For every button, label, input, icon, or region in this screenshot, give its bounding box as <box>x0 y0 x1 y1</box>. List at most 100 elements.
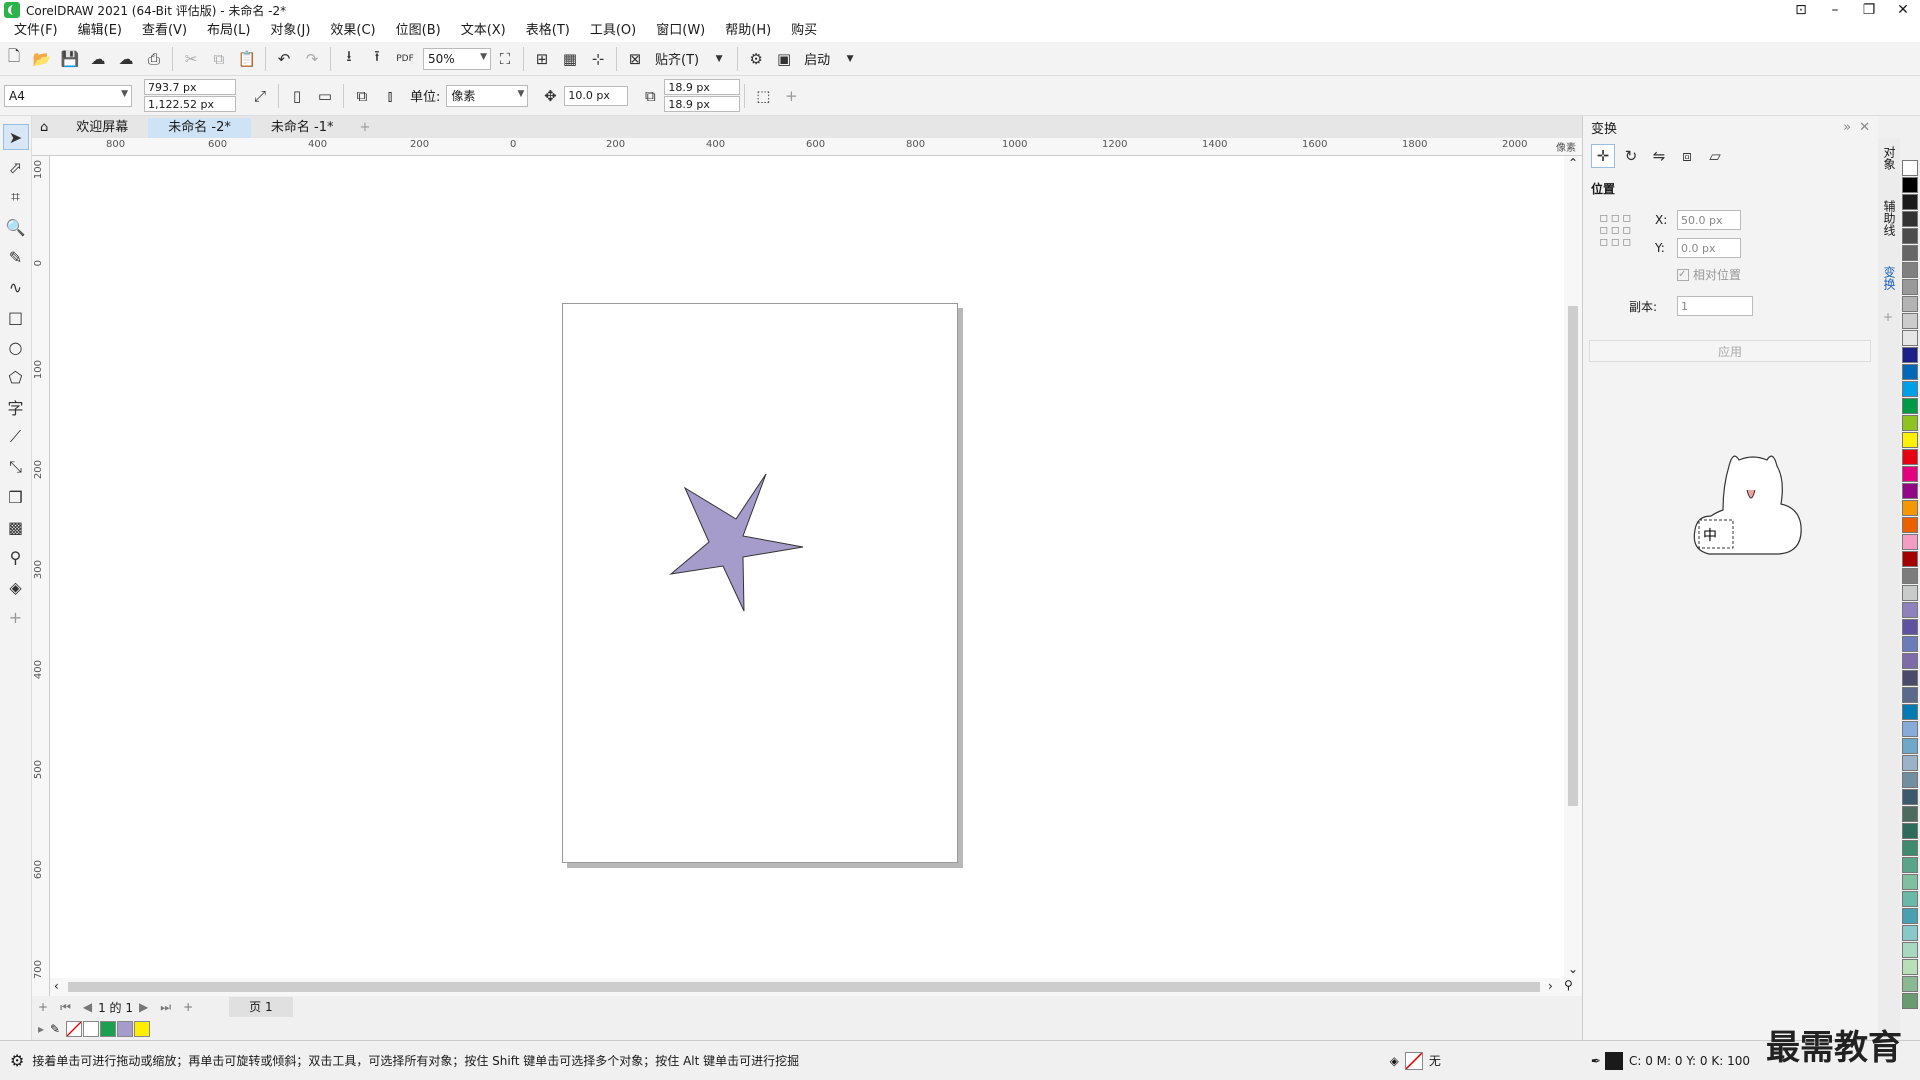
chevron-down-icon[interactable]: ▼ <box>707 47 731 71</box>
prev-page-icon[interactable]: ◀ <box>83 1000 92 1014</box>
palette-expand-icon[interactable]: ▸ <box>38 1022 44 1036</box>
add-tool-icon[interactable]: + <box>3 604 29 630</box>
docker-collapse-icon[interactable]: » <box>1843 120 1851 135</box>
copies-field[interactable]: 1 <box>1677 296 1753 316</box>
palette-color-swatch[interactable] <box>1902 789 1918 805</box>
shape-tool-icon[interactable]: ⬀ <box>3 154 29 180</box>
menu-help[interactable]: 帮助(H) <box>715 20 781 42</box>
palette-color-swatch[interactable] <box>1902 857 1918 873</box>
vertical-scrollbar[interactable]: ⌃ ⌄ <box>1564 156 1582 978</box>
menu-object[interactable]: 对象(J) <box>260 20 320 42</box>
relative-position-checkbox[interactable]: ✓ <box>1677 268 1689 281</box>
palette-color-swatch[interactable] <box>1902 381 1918 397</box>
doc-swatch[interactable] <box>117 1021 134 1037</box>
horizontal-scrollbar[interactable]: ‹ › ⚲ <box>50 978 1582 996</box>
menu-tools[interactable]: 工具(O) <box>580 20 646 42</box>
page-width-field[interactable]: 793.7 px <box>144 79 236 95</box>
palette-color-swatch[interactable] <box>1902 585 1918 601</box>
palette-color-swatch[interactable] <box>1902 908 1918 924</box>
cut-icon[interactable]: ✂ <box>179 47 203 71</box>
palette-color-swatch[interactable] <box>1902 500 1918 516</box>
add-page-before-icon[interactable]: + <box>38 1000 48 1014</box>
drop-shadow-icon[interactable]: ❒ <box>3 484 29 510</box>
horizontal-ruler[interactable]: 800 600 400 200 0 200 400 600 800 1000 1… <box>32 138 1582 156</box>
menu-table[interactable]: 表格(T) <box>516 20 580 42</box>
palette-color-swatch[interactable] <box>1902 551 1918 567</box>
current-page-icon[interactable]: ⫾ <box>378 84 402 108</box>
side-tab-transform[interactable]: 变换 <box>1881 266 1898 290</box>
page-size-combo[interactable]: A4 ▼ <box>4 84 132 107</box>
palette-color-swatch[interactable] <box>1902 245 1918 261</box>
palette-color-swatch[interactable] <box>1902 755 1918 771</box>
new-document-icon[interactable]: 🗋 <box>2 47 26 71</box>
palette-color-swatch[interactable] <box>1902 262 1918 278</box>
no-color-swatch[interactable] <box>66 1021 83 1037</box>
star-shape-svg[interactable] <box>563 304 959 864</box>
palette-color-swatch[interactable] <box>1902 619 1918 635</box>
palette-color-swatch[interactable] <box>1902 772 1918 788</box>
settings-gear-icon[interactable]: ⚙ <box>10 1051 24 1070</box>
options-gear-icon[interactable]: ⚙ <box>744 47 768 71</box>
vertical-scroll-thumb[interactable] <box>1568 306 1578 806</box>
launch-button[interactable]: 启动 <box>804 49 830 68</box>
palette-color-swatch[interactable] <box>1902 993 1918 1009</box>
palette-color-swatch[interactable] <box>1902 364 1918 380</box>
vertical-ruler[interactable]: 100 0 100 200 300 400 500 600 700 <box>32 156 50 996</box>
palette-color-swatch[interactable] <box>1902 823 1918 839</box>
duplicate-y-field[interactable]: 18.9 px <box>664 96 741 112</box>
palette-color-swatch[interactable] <box>1902 517 1918 533</box>
outline-color-swatch[interactable] <box>1604 1051 1623 1070</box>
home-icon[interactable]: ⌂ <box>32 118 57 138</box>
pdf-icon[interactable]: PDF <box>393 47 417 71</box>
palette-color-swatch[interactable] <box>1902 432 1918 448</box>
palette-color-swatch[interactable] <box>1902 534 1918 550</box>
save-icon[interactable]: 💾 <box>58 47 82 71</box>
size-icon[interactable]: ⧈ <box>1675 144 1699 168</box>
show-grid-icon[interactable]: ▦ <box>558 47 582 71</box>
add-icon[interactable]: + <box>779 84 803 108</box>
paste-icon[interactable]: 📋 <box>235 47 259 71</box>
import-icon[interactable]: ⭳ <box>337 47 361 71</box>
palette-color-swatch[interactable] <box>1902 602 1918 618</box>
drawing-canvas[interactable] <box>50 156 1564 978</box>
palette-color-swatch[interactable] <box>1902 840 1918 856</box>
skew-icon[interactable]: ▱ <box>1703 144 1727 168</box>
menu-bitmaps[interactable]: 位图(B) <box>386 20 451 42</box>
last-page-icon[interactable]: ⏭ <box>160 1000 171 1015</box>
scale-mirror-icon[interactable]: ⇋ <box>1647 144 1671 168</box>
add-docker-icon[interactable]: + <box>1883 310 1900 324</box>
palette-color-swatch[interactable] <box>1902 177 1918 193</box>
rotate-icon[interactable]: ↻ <box>1619 144 1643 168</box>
connector-tool-icon[interactable]: ⤡ <box>3 454 29 480</box>
cloud-download-icon[interactable]: ☁ <box>86 47 110 71</box>
palette-color-swatch[interactable] <box>1902 704 1918 720</box>
palette-color-swatch[interactable] <box>1902 687 1918 703</box>
zoom-tool-icon[interactable]: 🔍 <box>3 214 29 240</box>
y-position-field[interactable]: 0.0 px <box>1677 238 1741 258</box>
palette-color-swatch[interactable] <box>1902 874 1918 890</box>
snap-to-button[interactable]: 贴齐(T) <box>655 49 699 68</box>
snap-off-icon[interactable]: ⊠ <box>623 47 647 71</box>
open-icon[interactable]: 📂 <box>30 47 54 71</box>
pick-tool-icon[interactable]: ➤ <box>2 124 29 150</box>
horizontal-scroll-thumb[interactable] <box>68 982 1540 992</box>
rectangle-tool-icon[interactable]: □ <box>3 304 29 330</box>
palette-color-swatch[interactable] <box>1902 976 1918 992</box>
menu-text[interactable]: 文本(X) <box>451 20 516 42</box>
menu-layout[interactable]: 布局(L) <box>197 20 260 42</box>
palette-color-swatch[interactable] <box>1902 891 1918 907</box>
duplicate-x-field[interactable]: 18.9 px <box>664 79 741 95</box>
x-position-field[interactable]: 50.0 px <box>1677 210 1741 230</box>
text-tool-icon[interactable]: 字 <box>3 394 29 420</box>
scroll-left-icon[interactable]: ‹ <box>54 979 59 993</box>
portrait-icon[interactable]: ▯ <box>285 84 309 108</box>
docker-close-icon[interactable]: ✕ <box>1859 120 1870 135</box>
menu-effects[interactable]: 效果(C) <box>320 20 385 42</box>
maximize-button[interactable]: ❐ <box>1852 0 1886 20</box>
doc-swatch[interactable] <box>100 1021 117 1037</box>
palette-color-swatch[interactable] <box>1902 942 1918 958</box>
tab-untitled-1[interactable]: 未命名 -1* <box>250 118 354 138</box>
palette-color-swatch[interactable] <box>1902 670 1918 686</box>
scroll-down-icon[interactable]: ⌄ <box>1568 962 1578 976</box>
palette-color-swatch[interactable] <box>1902 313 1918 329</box>
